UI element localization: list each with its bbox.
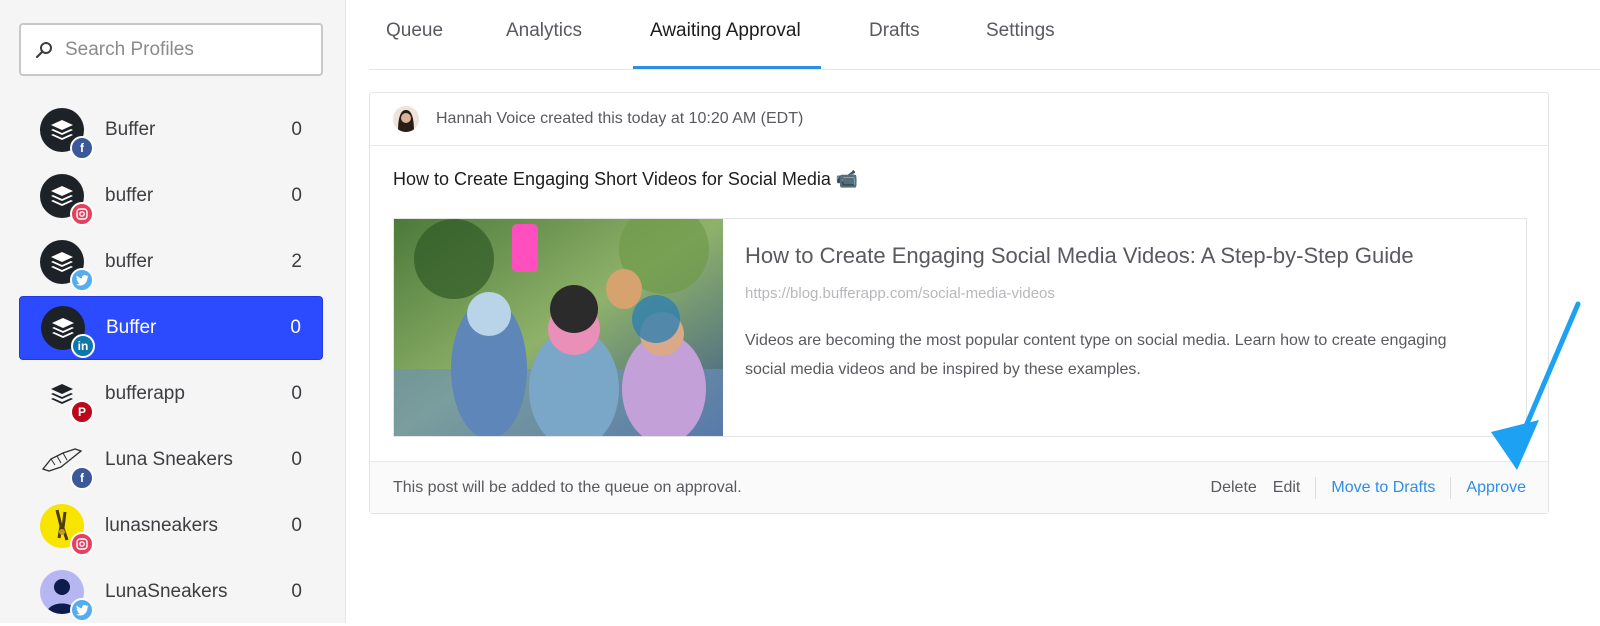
pinterest-icon: P — [70, 400, 94, 424]
twitter-icon — [70, 598, 94, 622]
profile-list: f Buffer 0 buffer 0 buffer 2 in Buffer 0… — [19, 98, 323, 626]
profile-count: 2 — [291, 251, 302, 272]
active-tab-indicator — [633, 66, 821, 69]
post-header: Hannah Voice created this today at 10:20… — [370, 93, 1548, 146]
profile-name: buffer — [105, 185, 154, 206]
profile-item[interactable]: f Luna Sneakers 0 — [19, 428, 323, 492]
profile-count: 0 — [291, 119, 302, 140]
profile-item-active[interactable]: in Buffer 0 — [19, 296, 323, 360]
profile-item[interactable]: LunaSneakers 0 — [19, 560, 323, 624]
profile-sidebar: f Buffer 0 buffer 0 — [0, 0, 346, 623]
facebook-icon: f — [70, 466, 94, 490]
link-preview-body: How to Create Engaging Social Media Vide… — [723, 219, 1485, 436]
profile-count: 0 — [291, 185, 302, 206]
profile-count: 0 — [291, 449, 302, 470]
instagram-icon — [70, 202, 94, 226]
edit-button[interactable]: Edit — [1273, 479, 1301, 497]
profile-name: bufferapp — [105, 383, 185, 404]
post-footer: This post will be added to the queue on … — [370, 461, 1548, 513]
profile-count: 0 — [291, 383, 302, 404]
post-card: Hannah Voice created this today at 10:20… — [369, 92, 1549, 514]
link-description: Videos are becoming the most popular con… — [745, 332, 1447, 378]
profile-name: lunasneakers — [105, 515, 219, 536]
twitter-icon — [70, 268, 94, 292]
profile-count: 0 — [290, 317, 301, 338]
profile-name: LunaSneakers — [105, 581, 228, 602]
facebook-icon: f — [70, 136, 94, 160]
link-title[interactable]: How to Create Engaging Social Media Vide… — [745, 243, 1485, 269]
profile-name: buffer — [105, 251, 154, 272]
tab-awaiting-approval[interactable]: Awaiting Approval — [650, 20, 801, 42]
tab-drafts[interactable]: Drafts — [869, 20, 920, 42]
move-to-drafts-button[interactable]: Move to Drafts — [1331, 479, 1435, 497]
profile-item[interactable]: buffer 2 — [19, 230, 323, 294]
profile-item[interactable]: f Buffer 0 — [19, 98, 323, 162]
tab-queue[interactable]: Queue — [386, 20, 443, 42]
approve-button[interactable]: Approve — [1466, 479, 1526, 497]
action-divider — [1315, 476, 1317, 499]
search-icon — [35, 41, 52, 58]
action-divider — [1450, 476, 1452, 499]
profile-name: Buffer — [106, 317, 157, 338]
author-avatar — [393, 106, 419, 132]
tab-settings[interactable]: Settings — [986, 20, 1055, 42]
profile-name: Luna Sneakers — [105, 449, 233, 470]
delete-button[interactable]: Delete — [1211, 479, 1257, 497]
linkedin-icon: in — [71, 334, 95, 358]
profile-item[interactable]: P bufferapp 0 — [19, 362, 323, 426]
link-preview[interactable]: How to Create Engaging Social Media Vide… — [393, 218, 1527, 437]
pointer-arrow-icon — [1491, 301, 1581, 470]
profile-item[interactable]: lunasneakers 0 — [19, 494, 323, 558]
profile-count: 0 — [291, 581, 302, 602]
profile-name: Buffer — [105, 119, 156, 140]
approval-message: This post will be added to the queue on … — [393, 478, 742, 496]
author-line: Hannah Voice created this today at 10:20… — [436, 110, 804, 127]
instagram-icon — [70, 532, 94, 556]
link-url[interactable]: https://blog.bufferapp.com/social-media-… — [745, 285, 1485, 302]
tab-analytics[interactable]: Analytics — [506, 20, 582, 42]
search-input[interactable] — [65, 38, 305, 61]
profile-count: 0 — [291, 515, 302, 536]
post-text: How to Create Engaging Short Videos for … — [393, 169, 859, 189]
search-box[interactable] — [19, 23, 323, 76]
link-preview-image — [394, 219, 723, 436]
profile-item[interactable]: buffer 0 — [19, 164, 323, 228]
tab-bar: Queue Analytics Awaiting Approval Drafts… — [369, 0, 1600, 70]
